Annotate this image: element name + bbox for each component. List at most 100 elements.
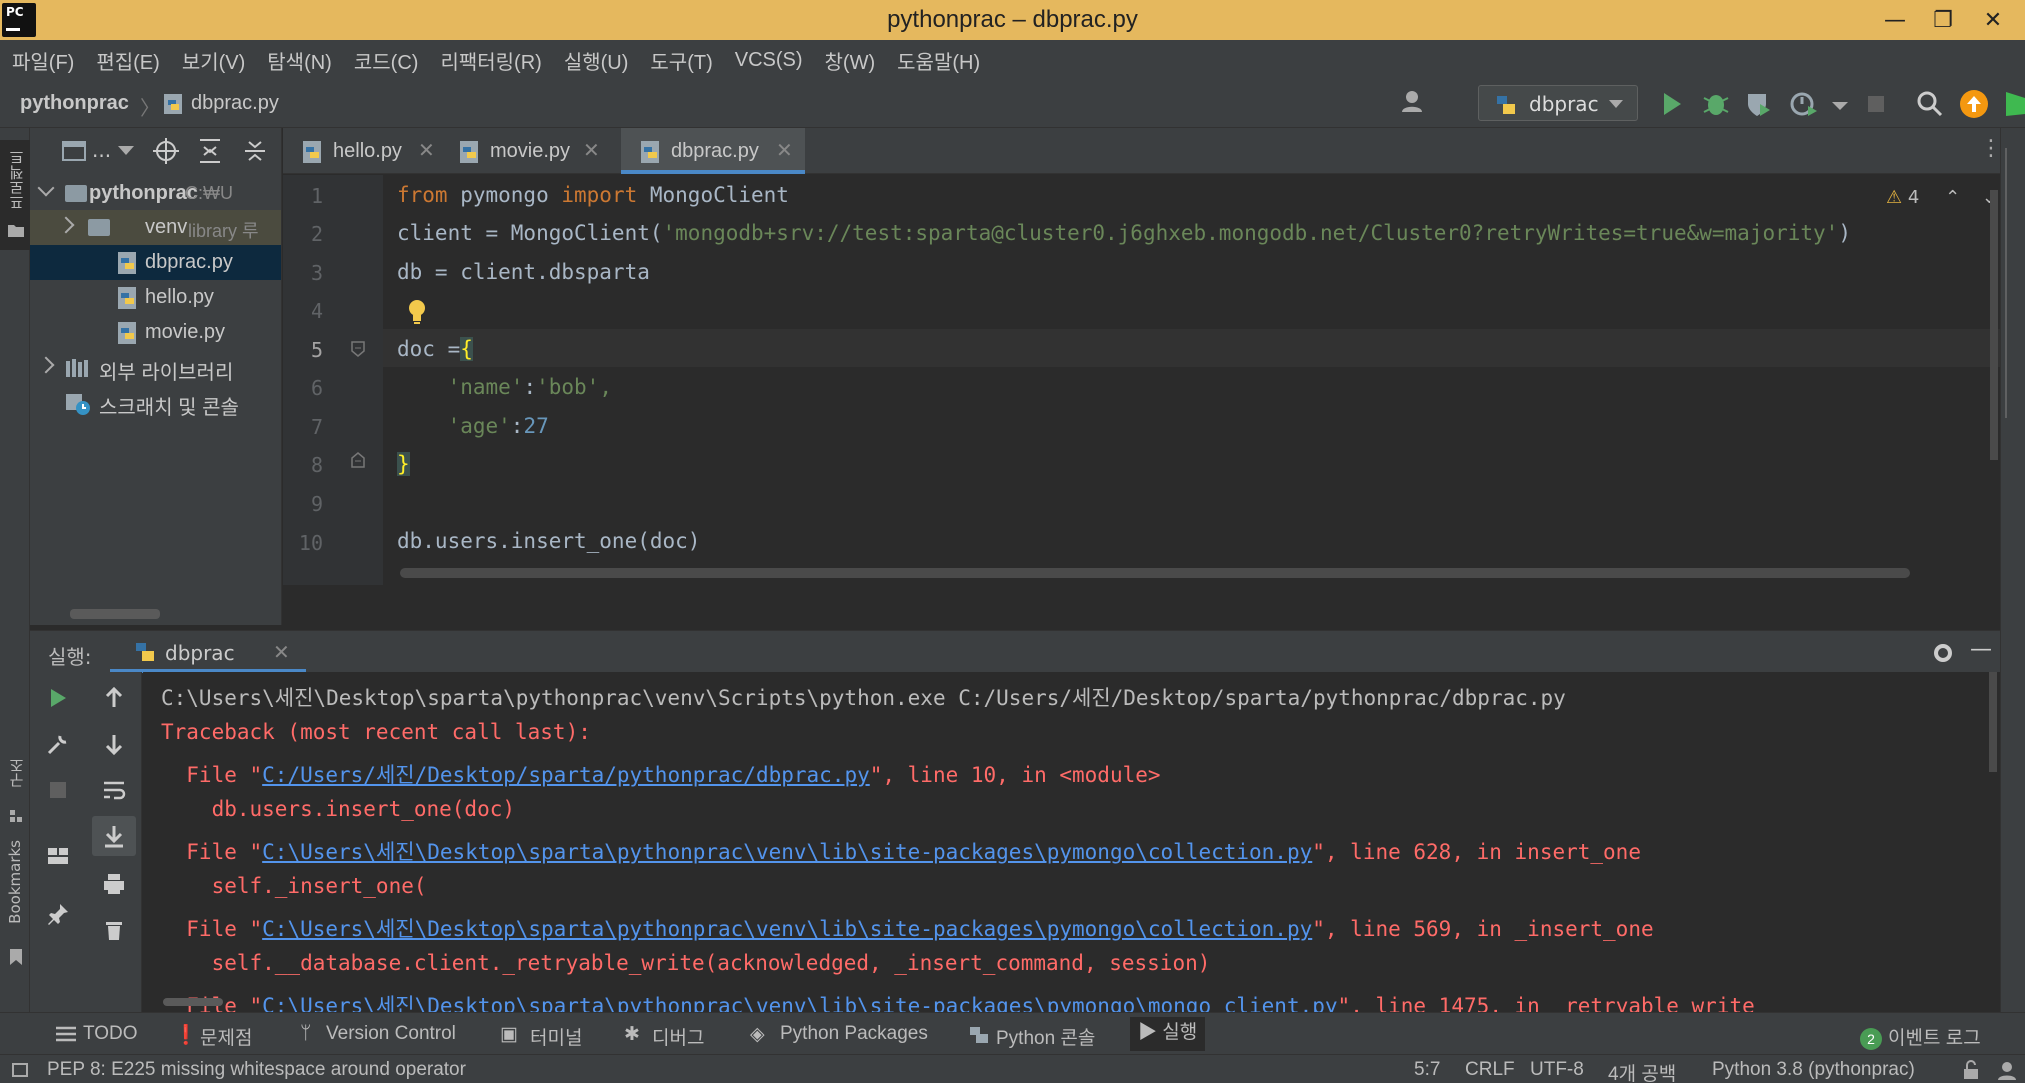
chevron-down-icon[interactable] <box>118 146 134 156</box>
project-view-label[interactable]: ... <box>92 138 111 162</box>
tree-item-external-libraries[interactable]: 외부 라이브러리 <box>30 350 281 385</box>
arrow-down-icon[interactable] <box>102 732 126 756</box>
project-view-icon[interactable] <box>62 140 86 162</box>
close-button[interactable]: ✕ <box>1968 0 2018 40</box>
tree-item-scratches[interactable]: 스크래치 및 콘솔 <box>30 385 281 420</box>
run-tab-dbprac[interactable]: dbprac ✕ <box>110 631 306 673</box>
scroll-to-end-button[interactable] <box>92 816 136 856</box>
run-console-output[interactable]: C:\Users\세진\Desktop\sparta\pythonprac\ve… <box>143 672 2000 1012</box>
console-file-link[interactable]: C:\Users\세진\Desktop\sparta\pythonprac\ve… <box>262 840 1312 864</box>
jetbrains-space-icon[interactable] <box>2000 88 2025 120</box>
collapse-all-icon[interactable] <box>243 138 267 164</box>
print-icon[interactable] <box>102 872 126 896</box>
rerun-icon[interactable] <box>46 686 70 710</box>
console-vertical-scrollbar[interactable] <box>1989 672 1997 772</box>
inspector-icon[interactable] <box>1996 1059 2018 1081</box>
maximize-button[interactable]: ❐ <box>1918 0 1968 40</box>
toggle-tool-windows-icon[interactable] <box>12 1063 28 1077</box>
wrench-icon[interactable] <box>46 732 70 756</box>
menu-file[interactable]: 파일(F) <box>12 46 74 75</box>
menu-tools[interactable]: 도구(T) <box>650 46 712 75</box>
fold-icon[interactable] <box>351 341 365 357</box>
stop-icon[interactable] <box>46 778 70 802</box>
tool-python-packages[interactable]: Python Packages <box>780 1023 928 1045</box>
tree-item-project-root[interactable]: pythonprac C:₩U <box>30 176 281 211</box>
more-tabs-icon[interactable]: ⋮ <box>1980 136 2002 161</box>
tab-hello[interactable]: hello.py ✕ <box>283 128 438 174</box>
bookmark-icon[interactable] <box>8 948 24 966</box>
pin-icon[interactable] <box>46 902 70 926</box>
coverage-icon[interactable] <box>1744 88 1776 120</box>
menu-help[interactable]: 도움말(H) <box>897 46 980 75</box>
update-icon[interactable] <box>1958 88 1990 120</box>
profile-icon[interactable] <box>1788 88 1820 120</box>
right-tool-tabs[interactable] <box>2005 148 2021 418</box>
tree-item-dbprac[interactable]: dbprac.py <box>30 245 281 280</box>
debug-icon[interactable] <box>1700 88 1732 120</box>
run-configuration-select[interactable]: dbprac <box>1478 85 1638 121</box>
console-file-link[interactable]: C:/Users/세진/Desktop/sparta/pythonprac/db… <box>262 763 870 787</box>
close-tab-icon[interactable]: ✕ <box>273 640 290 664</box>
menu-run[interactable]: 실행(U) <box>564 46 629 75</box>
soft-wrap-icon[interactable] <box>102 778 126 802</box>
lightbulb-icon[interactable] <box>407 299 427 325</box>
menu-code[interactable]: 코드(C) <box>354 46 419 75</box>
breadcrumb-project[interactable]: pythonprac <box>20 92 129 115</box>
user-icon[interactable] <box>1400 88 1432 120</box>
close-tab-icon[interactable]: ✕ <box>418 138 435 163</box>
tool-run[interactable]: ▶ 실행 <box>1130 1017 1206 1051</box>
stop-icon[interactable] <box>1860 88 1892 120</box>
console-file-link[interactable]: C:\Users\세진\Desktop\sparta\pythonprac\ve… <box>262 917 1312 941</box>
tool-python-console[interactable]: Python 콘솔 <box>996 1023 1095 1050</box>
arrow-up-icon[interactable] <box>102 686 126 710</box>
tab-movie[interactable]: movie.py ✕ <box>440 128 603 174</box>
expand-all-icon[interactable] <box>198 138 222 164</box>
tool-todo[interactable]: TODO <box>83 1023 138 1045</box>
console-horizontal-scrollbar[interactable] <box>163 998 223 1006</box>
project-horizontal-scrollbar[interactable] <box>70 609 160 619</box>
minimize-button[interactable]: — <box>1870 0 1920 40</box>
close-tab-icon[interactable]: ✕ <box>583 138 600 163</box>
menu-view[interactable]: 보기(V) <box>182 46 245 75</box>
tree-item-venv[interactable]: venv library 루 <box>30 210 281 245</box>
tool-version-control[interactable]: Version Control <box>326 1023 456 1045</box>
gear-icon[interactable] <box>1930 640 1956 666</box>
close-tab-icon[interactable]: ✕ <box>776 138 793 163</box>
tool-debug[interactable]: 디버그 <box>652 1023 704 1050</box>
tree-item-movie[interactable]: movie.py <box>30 315 281 350</box>
hide-panel-icon[interactable]: — <box>1970 637 1992 662</box>
tab-dbprac[interactable]: dbprac.py ✕ <box>621 128 805 174</box>
search-icon[interactable] <box>1914 88 1946 120</box>
python-interpreter[interactable]: Python 3.8 (pythonprac) <box>1712 1059 1915 1081</box>
structure-tool-label[interactable]: 구조 <box>6 758 27 788</box>
run-icon[interactable] <box>1656 88 1688 120</box>
menu-edit[interactable]: 편집(E) <box>96 46 159 75</box>
breadcrumb-file[interactable]: dbprac.py <box>191 92 279 115</box>
caret-position[interactable]: 5:7 <box>1414 1059 1440 1081</box>
menu-navigate[interactable]: 탐색(N) <box>267 46 332 75</box>
lock-icon[interactable] <box>1962 1060 1980 1080</box>
previous-problem-icon[interactable]: ⌃ <box>1945 187 1960 208</box>
more-run-options-icon[interactable] <box>1828 88 1860 120</box>
event-log[interactable]: 2 이벤트 로그 <box>1860 1023 1981 1050</box>
fold-end-icon[interactable] <box>351 452 365 468</box>
trash-icon[interactable] <box>102 918 126 942</box>
editor-horizontal-scrollbar[interactable] <box>400 568 1910 578</box>
status-message[interactable]: PEP 8: E225 missing whitespace around op… <box>47 1059 466 1081</box>
file-encoding[interactable]: UTF-8 <box>1530 1059 1584 1081</box>
bookmarks-tool-label[interactable]: Bookmarks <box>6 840 24 924</box>
tree-item-hello[interactable]: hello.py <box>30 280 281 315</box>
tool-terminal[interactable]: 터미널 <box>530 1023 582 1050</box>
inspection-widget[interactable]: ⚠ 4 ⌃ ⌄ <box>1886 187 1997 208</box>
console-file-link[interactable]: C:\Users\세진\Desktop\sparta\pythonprac\ve… <box>262 994 1337 1012</box>
indent-setting[interactable]: 4개 공백 <box>1608 1059 1676 1083</box>
menu-window[interactable]: 창(W) <box>825 46 876 75</box>
project-tool-tab[interactable]: 프로젝트 <box>0 140 30 250</box>
locate-icon[interactable] <box>153 138 179 164</box>
menu-refactor[interactable]: 리팩터링(R) <box>440 46 541 75</box>
code-editor[interactable]: from pymongo import MongoClient client =… <box>383 175 2000 585</box>
editor-vertical-scrollbar[interactable] <box>1990 190 1998 460</box>
menu-vcs[interactable]: VCS(S) <box>735 49 803 72</box>
structure-icon[interactable] <box>8 808 24 824</box>
tool-problems[interactable]: 문제점 <box>200 1023 252 1050</box>
